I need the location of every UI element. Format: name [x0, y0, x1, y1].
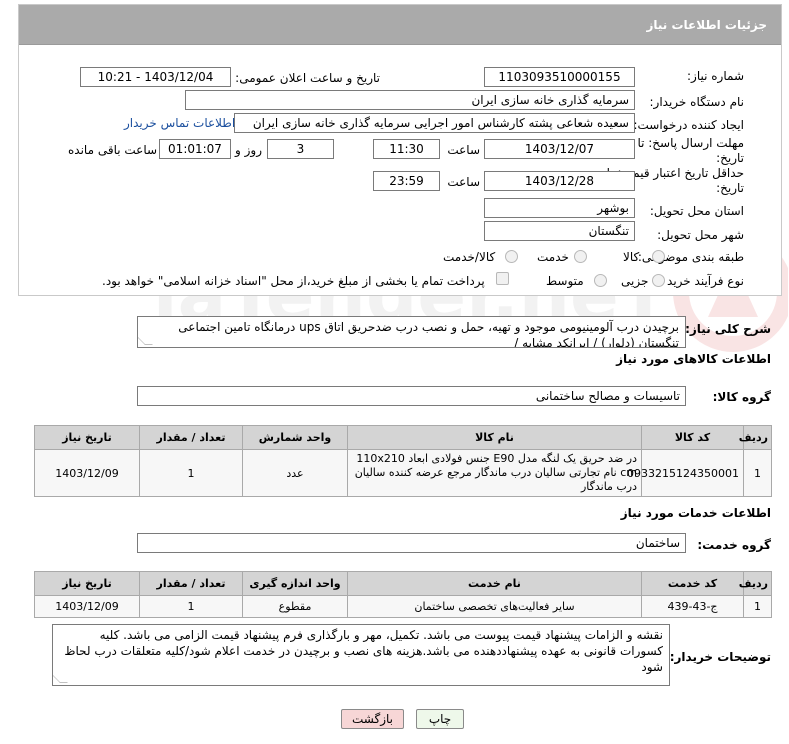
goods-section-title: اطلاعات کالاهای مورد نیاز	[616, 352, 771, 366]
goods-group-label: گروه کالا:	[712, 390, 771, 404]
services-cell-name: سایر فعالیت‌های تخصصی ساختمان	[347, 595, 642, 618]
category-radio-goods-service[interactable]	[505, 250, 518, 263]
services-header-row: ردیف	[739, 571, 772, 596]
process-type-label: نوع فرآیند خرید :	[659, 274, 744, 288]
deadline-date-field[interactable]: 1403/12/07	[484, 139, 635, 159]
buyer-contact-link[interactable]: اطلاعات تماس خریدار	[124, 116, 235, 130]
category-option-service: خدمت	[537, 250, 569, 264]
goods-header-unit: واحد شمارش	[242, 425, 348, 450]
process-radio-minor[interactable]	[652, 274, 665, 287]
price-validity-label-date: تاریخ:	[716, 181, 744, 195]
services-header-name: نام خدمت	[347, 571, 642, 596]
panel-header: جزئیات اطلاعات نیاز	[19, 5, 781, 45]
deadline-time-label: ساعت	[447, 143, 480, 157]
process-option-minor: جزیی	[621, 274, 649, 288]
print-button[interactable]: چاپ	[416, 709, 464, 729]
remaining-time-label: ساعت باقی مانده	[68, 143, 158, 157]
buyer-notes-text: نقشه و الزامات پیشنهاد قیمت پیوست می باش…	[64, 628, 663, 674]
goods-header-qty: تعداد / مقدار	[139, 425, 243, 450]
category-option-goods-service: کالا/خدمت	[443, 250, 496, 264]
price-validity-time-label: ساعت	[447, 175, 480, 189]
goods-table-header: ردیف کد کالا نام کالا واحد شمارش تعداد /…	[34, 425, 772, 450]
category-radio-service[interactable]	[574, 250, 587, 263]
services-cell-unit: مقطوع	[242, 595, 348, 618]
category-radio-goods[interactable]	[652, 250, 665, 263]
goods-cell-name: در ضد حریق یک لنگه مدل E90 جنس فولادی اب…	[347, 449, 642, 497]
city-label: شهر محل تحویل:	[657, 228, 744, 242]
services-cell-qty: 1	[139, 595, 243, 618]
general-description-label: شرح کلی نیاز:	[685, 322, 771, 336]
buyer-notes-label: توضیحات خریدار:	[669, 650, 771, 664]
services-section-title: اطلاعات خدمات مورد نیاز	[620, 506, 771, 520]
goods-cell-row: 1	[743, 449, 772, 497]
goods-header-code: کد کالا	[641, 425, 744, 450]
resize-handle[interactable]	[53, 675, 68, 683]
buyer-org-field[interactable]: سرمایه گذاری خانه سازی ایران	[185, 90, 635, 110]
deadline-label: مهلت ارسال پاسخ: تا	[637, 136, 744, 150]
services-cell-row: 1	[743, 595, 772, 618]
remaining-days-field[interactable]: 3	[267, 139, 334, 159]
services-cell-date: 1403/12/09	[34, 595, 140, 618]
goods-cell-date: 1403/12/09	[34, 449, 140, 497]
requester-field[interactable]: سعیده شعاعی پشته کارشناس امور اجرایی سرم…	[234, 113, 635, 133]
general-description-text: برچیدن درب آلومینیومی موجود و تهیه، حمل …	[178, 320, 679, 348]
days-label: روز و	[235, 143, 262, 157]
price-validity-time-field[interactable]: 23:59	[373, 171, 440, 191]
panel-title: جزئیات اطلاعات نیاز	[646, 18, 767, 32]
price-validity-date-field[interactable]: 1403/12/28	[484, 171, 635, 191]
goods-header-date: تاریخ نیاز	[34, 425, 140, 450]
goods-header-row: ردیف	[739, 425, 772, 450]
goods-cell-qty: 1	[139, 449, 243, 497]
services-group-label: گروه خدمت:	[697, 538, 771, 552]
services-header-date: تاریخ نیاز	[34, 571, 140, 596]
goods-table: ردیف کد کالا نام کالا واحد شمارش تعداد /…	[34, 425, 772, 497]
treasury-payment-note: پرداخت تمام یا بخشی از مبلغ خرید،از محل …	[102, 274, 485, 288]
general-description-textarea[interactable]: برچیدن درب آلومینیومی موجود و تهیه، حمل …	[137, 316, 686, 348]
province-label: استان محل تحویل:	[649, 204, 744, 218]
process-radio-medium[interactable]	[594, 274, 607, 287]
services-group-field[interactable]: ساختمان	[137, 533, 686, 553]
services-cell-code: ج-43-439	[641, 595, 744, 618]
need-number-field[interactable]: 1103093510000155	[484, 67, 635, 87]
back-button[interactable]: بازگشت	[341, 709, 404, 729]
goods-group-field[interactable]: تاسیسات و مصالح ساختمانی	[137, 386, 686, 406]
announce-date-field[interactable]: 1403/12/04 - 10:21	[80, 67, 231, 87]
city-field[interactable]: تنگستان	[484, 221, 635, 241]
resize-handle[interactable]	[138, 337, 153, 345]
services-header-unit: واحد اندازه گیری	[242, 571, 348, 596]
process-option-medium: متوسط	[546, 274, 584, 288]
category-option-goods: کالا	[623, 250, 640, 264]
services-table-header: ردیف کد خدمت نام خدمت واحد اندازه گیری ت…	[34, 571, 772, 596]
buyer-notes-textarea[interactable]: نقشه و الزامات پیشنهاد قیمت پیوست می باش…	[52, 624, 670, 686]
table-row[interactable]: 1 0933215124350001 در ضد حریق یک لنگه مد…	[34, 449, 772, 497]
requester-label: ایجاد کننده درخواست:	[633, 118, 744, 132]
buyer-org-label: نام دستگاه خریدار:	[649, 95, 745, 109]
treasury-payment-checkbox[interactable]	[496, 272, 509, 285]
deadline-label-date: تاریخ:	[716, 151, 744, 165]
goods-header-name: نام کالا	[347, 425, 642, 450]
table-row[interactable]: 1 ج-43-439 سایر فعالیت‌های تخصصی ساختمان…	[34, 595, 772, 618]
announce-date-label: تاریخ و ساعت اعلان عمومی:	[235, 71, 380, 85]
deadline-time-field[interactable]: 11:30	[373, 139, 440, 159]
goods-cell-unit: عدد	[242, 449, 348, 497]
province-field[interactable]: بوشهر	[484, 198, 635, 218]
goods-cell-code: 0933215124350001	[627, 449, 744, 497]
services-header-qty: تعداد / مقدار	[139, 571, 243, 596]
need-number-label: شماره نیاز:	[687, 69, 744, 83]
remaining-time-field[interactable]: 01:01:07	[159, 139, 231, 159]
services-table: ردیف کد خدمت نام خدمت واحد اندازه گیری ت…	[34, 571, 772, 618]
services-header-code: کد خدمت	[641, 571, 744, 596]
